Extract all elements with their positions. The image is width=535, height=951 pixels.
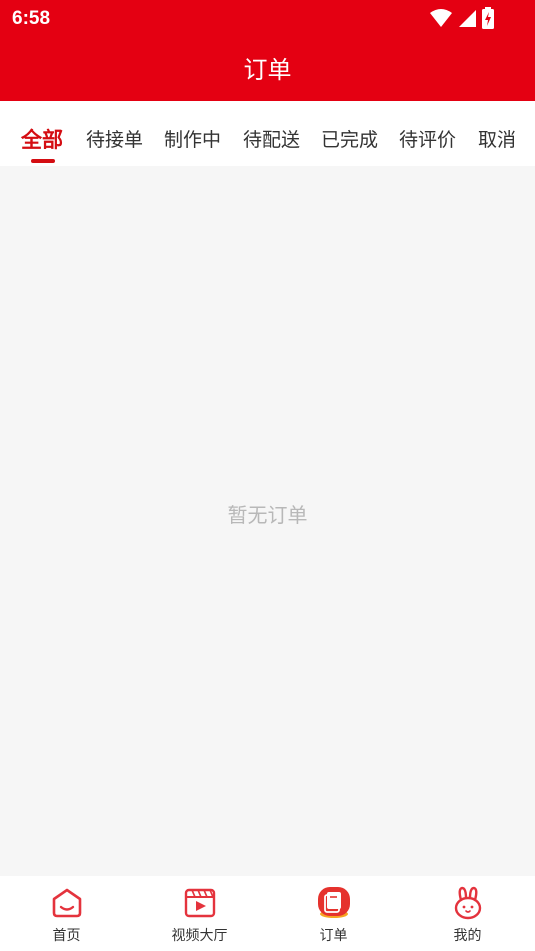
signal-icon <box>459 10 476 27</box>
app-header: 6:58 订单 <box>0 0 535 101</box>
page-title: 订单 <box>243 56 292 84</box>
active-tab-indicator <box>31 159 55 163</box>
order-status-tabs: 全部 待接单 制作中 待配送 已完成 待评价 取消 <box>0 101 535 166</box>
system-icons <box>429 7 495 29</box>
tab-pending-accept[interactable]: 待接单 <box>86 125 143 152</box>
order-icon <box>317 887 350 918</box>
video-icon <box>184 888 215 918</box>
nav-item-home[interactable]: 首页 <box>0 876 133 951</box>
tab-in-production[interactable]: 制作中 <box>164 125 221 152</box>
nav-label-mine: 我的 <box>453 928 482 944</box>
order-list-area[interactable]: 暂无订单 <box>0 166 535 875</box>
nav-item-video-hall[interactable]: 视频大厅 <box>133 876 266 951</box>
wifi-icon <box>430 9 452 27</box>
nav-label-home: 首页 <box>52 928 81 944</box>
tab-cancelled[interactable]: 取消 <box>478 125 516 152</box>
tab-pending-delivery[interactable]: 待配送 <box>243 125 300 152</box>
nav-label-orders: 订单 <box>319 928 348 944</box>
tab-pending-review[interactable]: 待评价 <box>399 125 456 152</box>
rabbit-icon <box>454 886 481 920</box>
battery-icon <box>482 7 494 29</box>
empty-state-text: 暂无订单 <box>227 503 308 527</box>
nav-item-mine[interactable]: 我的 <box>401 876 534 951</box>
status-time: 6:58 <box>12 8 51 29</box>
home-icon <box>52 888 81 918</box>
tab-completed[interactable]: 已完成 <box>321 125 378 152</box>
tab-all[interactable]: 全部 <box>21 124 63 154</box>
nav-item-orders[interactable]: 订单 <box>267 876 400 951</box>
bottom-navigation: 首页 视频大厅 订单 我的 <box>0 876 535 951</box>
status-bar: 6:58 <box>0 0 535 38</box>
nav-label-video-hall: 视频大厅 <box>171 928 228 944</box>
